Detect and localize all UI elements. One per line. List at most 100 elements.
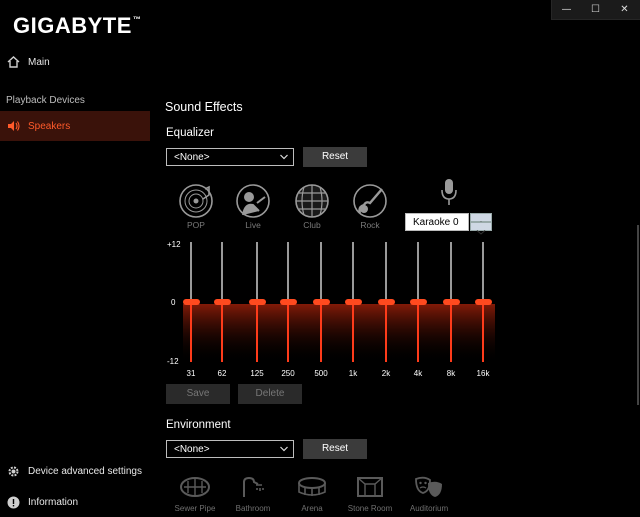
eq-band-track[interactable] — [417, 242, 419, 302]
eq-band-track[interactable] — [450, 242, 452, 302]
section-playback-devices: Playback Devices — [6, 95, 85, 106]
eq-band-frequency-label: 125 — [250, 369, 264, 378]
preset-pop[interactable]: POP — [173, 183, 219, 230]
eq-band-frequency-label: 4k — [413, 369, 423, 378]
eq-band-frequency-label: 8k — [446, 369, 456, 378]
eq-band-level — [450, 302, 452, 362]
eq-band-frequency-label: 31 — [186, 369, 196, 378]
eq-band-slider-handle[interactable] — [213, 299, 231, 305]
close-button[interactable]: ✕ — [610, 0, 639, 19]
vinyl-record-icon — [179, 184, 213, 218]
eq-band-level — [190, 302, 192, 362]
save-button[interactable]: Save — [166, 384, 230, 404]
env-arena[interactable]: Arena — [287, 476, 337, 513]
sidebar-item-information[interactable]: Information — [0, 487, 150, 517]
eq-band-slider-handle[interactable] — [442, 299, 460, 305]
guitar-icon — [353, 184, 387, 218]
eq-band-slider-handle[interactable] — [377, 299, 395, 305]
eq-band-track[interactable] — [287, 242, 289, 302]
disco-ball-icon — [295, 184, 329, 218]
environment-select[interactable]: <None> — [166, 440, 294, 458]
eq-band-frequency-label: 500 — [314, 369, 328, 378]
eq-band-track[interactable] — [482, 242, 484, 302]
sewer-pipe-icon — [180, 477, 210, 497]
scrollbar[interactable] — [637, 225, 639, 405]
info-icon — [6, 495, 20, 509]
karaoke-decrement-button[interactable] — [470, 222, 492, 235]
environment-label: Environment — [166, 419, 231, 431]
equalizer-select[interactable]: <None> — [166, 148, 294, 166]
preset-label: Rock — [360, 220, 380, 230]
gear-icon — [6, 464, 20, 478]
eq-band-track[interactable] — [352, 242, 354, 302]
eq-band-frequency-label: 16k — [476, 369, 490, 378]
eq-axis-top-label: +12 — [167, 240, 181, 249]
env-auditorium[interactable]: Auditorium — [404, 476, 454, 513]
preset-label: Club — [303, 220, 321, 230]
brand-logo: GIGABYTE™ — [13, 13, 142, 38]
eq-band-level — [417, 302, 419, 362]
equalizer-select-value: <None> — [174, 152, 210, 163]
sidebar-item-label: Speakers — [28, 120, 71, 132]
sidebar: GIGABYTE™ Main Playback Devices Speakers… — [0, 0, 150, 515]
equalizer-label: Equalizer — [166, 127, 214, 139]
eq-band-level — [385, 302, 387, 362]
preset-label: Live — [245, 220, 261, 230]
env-stone-room[interactable]: Stone Room — [345, 476, 395, 513]
speaker-icon — [6, 119, 20, 133]
env-sewer-pipe[interactable]: Sewer Pipe — [170, 476, 220, 513]
sidebar-item-advanced-settings[interactable]: Device advanced settings — [0, 456, 150, 486]
eq-band-track[interactable] — [256, 242, 258, 302]
chevron-down-icon — [476, 230, 486, 235]
eq-band-track[interactable] — [221, 242, 223, 302]
eq-band-frequency-label: 250 — [281, 369, 295, 378]
eq-band-level — [221, 302, 223, 362]
environment-select-value: <None> — [174, 444, 210, 455]
preset-label: POP — [187, 220, 205, 230]
eq-band-frequency-label: 62 — [217, 369, 227, 378]
eq-band-slider-handle[interactable] — [474, 299, 492, 305]
sidebar-item-speakers[interactable]: Speakers — [0, 111, 150, 141]
env-label: Stone Room — [347, 504, 393, 513]
theater-masks-icon — [415, 476, 442, 497]
environment-reset-button[interactable]: Reset — [303, 439, 367, 459]
eq-band-level — [320, 302, 322, 362]
sidebar-item-label: Main — [28, 56, 50, 68]
microphone-icon — [441, 179, 457, 205]
eq-band-slider-handle[interactable] — [409, 299, 427, 305]
eq-band-slider-handle[interactable] — [279, 299, 297, 305]
stone-room-icon — [357, 477, 383, 497]
eq-band-slider-handle[interactable] — [248, 299, 266, 305]
preset-live[interactable]: Live — [230, 183, 276, 230]
eq-band-track[interactable] — [385, 242, 387, 302]
env-label: Auditorium — [409, 504, 449, 513]
eq-band-frequency-label: 1k — [348, 369, 358, 378]
maximize-button[interactable]: ☐ — [581, 0, 610, 19]
minimize-button[interactable]: — — [552, 0, 581, 19]
preset-club[interactable]: Club — [289, 183, 335, 230]
eq-band-track[interactable] — [320, 242, 322, 302]
eq-band-track[interactable] — [190, 242, 192, 302]
eq-band-level — [352, 302, 354, 362]
shower-icon — [243, 476, 264, 497]
env-bathroom[interactable]: Bathroom — [228, 476, 278, 513]
env-label: Sewer Pipe — [174, 504, 216, 513]
page-title: Sound Effects — [165, 100, 243, 114]
arena-icon — [298, 477, 326, 496]
equalizer-reset-button[interactable]: Reset — [303, 147, 367, 167]
delete-button[interactable]: Delete — [238, 384, 302, 404]
karaoke-value-field[interactable]: Karaoke 0 — [405, 213, 469, 231]
env-label: Bathroom — [235, 504, 271, 513]
preset-rock[interactable]: Rock — [347, 183, 393, 230]
chevron-down-icon — [280, 446, 288, 452]
eq-band-level — [482, 302, 484, 362]
sidebar-item-main[interactable]: Main — [0, 47, 150, 77]
eq-band-slider-handle[interactable] — [182, 299, 200, 305]
env-label: Arena — [301, 504, 323, 513]
eq-band-slider-handle[interactable] — [312, 299, 330, 305]
eq-band-level — [256, 302, 258, 362]
karaoke-increment-button[interactable] — [470, 213, 492, 226]
eq-band-slider-handle[interactable] — [344, 299, 362, 305]
eq-band-frequency-label: 2k — [381, 369, 391, 378]
sidebar-item-label: Device advanced settings — [28, 465, 142, 477]
